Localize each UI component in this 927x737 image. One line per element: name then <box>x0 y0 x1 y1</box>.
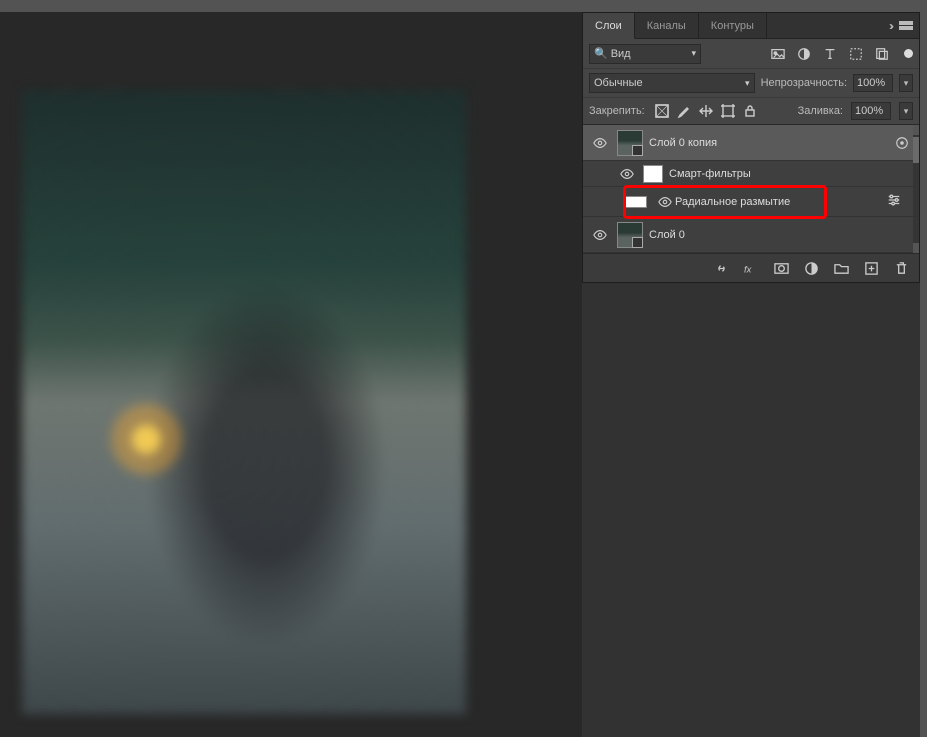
lock-label: Закрепить: <box>589 105 645 117</box>
lock-fill-row: Закрепить: Заливка: ▾ <box>583 98 919 125</box>
right-dock-strip <box>920 0 927 737</box>
visibility-toggle[interactable] <box>655 195 675 209</box>
fill-dropdown[interactable]: ▾ <box>899 102 913 120</box>
filter-shape-icon[interactable] <box>848 46 864 62</box>
visibility-toggle[interactable] <box>617 167 637 181</box>
canvas-area <box>0 0 582 737</box>
layers-panel: Слои Каналы Контуры ›› 🔍 Вид ▾ Обычные ▾… <box>582 12 920 283</box>
layer-list: Слой 0 копия Смарт-фильтры Радиальное ра… <box>583 125 919 254</box>
lock-brush-icon[interactable] <box>677 104 691 118</box>
lock-position-icon[interactable] <box>699 104 713 118</box>
layer-name: Слой 0 копия <box>649 137 717 149</box>
chevron-down-icon: ▾ <box>739 78 750 89</box>
visibility-toggle[interactable] <box>589 136 611 150</box>
layer-row-layer0[interactable]: Слой 0 <box>583 217 919 253</box>
search-icon: 🔍 <box>594 47 608 60</box>
layer-filter-row: 🔍 Вид ▾ <box>583 39 919 69</box>
blend-mode-select[interactable]: Обычные ▾ <box>589 73 755 93</box>
link-layers-icon[interactable] <box>713 260 729 276</box>
opacity-input[interactable] <box>853 74 893 92</box>
opacity-label: Непрозрачность: <box>761 77 847 89</box>
smart-filters-row[interactable]: Смарт-фильтры <box>583 161 919 187</box>
group-icon[interactable] <box>833 260 849 276</box>
layer-thumbnail[interactable] <box>617 222 643 248</box>
filter-name: Радиальное размытие <box>675 196 790 208</box>
filter-toggle[interactable] <box>904 49 913 58</box>
fill-input[interactable] <box>851 102 891 120</box>
filter-mask-thumbnail[interactable] <box>643 165 663 183</box>
tab-channels[interactable]: Каналы <box>635 13 699 39</box>
delete-layer-icon[interactable] <box>893 260 909 276</box>
opacity-dropdown[interactable]: ▾ <box>899 74 913 92</box>
panel-tab-bar: Слои Каналы Контуры ›› <box>583 13 919 39</box>
layer-thumbnail[interactable] <box>617 130 643 156</box>
panel-menu-icon[interactable] <box>899 21 913 31</box>
blend-mode-value: Обычные <box>594 77 643 89</box>
document-image[interactable] <box>22 90 466 714</box>
filter-effect-mask[interactable] <box>625 196 647 208</box>
layer-row-layer0copy[interactable]: Слой 0 копия <box>583 125 919 161</box>
blend-opacity-row: Обычные ▾ Непрозрачность: ▾ <box>583 69 919 98</box>
smart-filters-label: Смарт-фильтры <box>669 168 751 180</box>
smart-filter-indicator-icon <box>895 136 909 150</box>
add-mask-icon[interactable] <box>773 260 789 276</box>
filter-smart-icon[interactable] <box>874 46 890 62</box>
filter-pixel-icon[interactable] <box>770 46 786 62</box>
layer-panel-footer: fx <box>583 254 919 282</box>
adjustment-layer-icon[interactable] <box>803 260 819 276</box>
tab-layers[interactable]: Слои <box>583 13 635 39</box>
scroll-up-button[interactable] <box>913 125 919 135</box>
fill-label: Заливка: <box>798 105 843 117</box>
layer-filter-type-label: Вид <box>611 48 631 60</box>
layer-name: Слой 0 <box>649 229 685 241</box>
filter-adjust-icon[interactable] <box>796 46 812 62</box>
filter-type-icon[interactable] <box>822 46 838 62</box>
lock-pixels-icon[interactable] <box>655 104 669 118</box>
tab-paths[interactable]: Контуры <box>699 13 767 39</box>
new-layer-icon[interactable] <box>863 260 879 276</box>
scrollbar-thumb[interactable] <box>913 137 919 163</box>
filter-blend-options-icon[interactable] <box>887 193 901 210</box>
fx-icon[interactable]: fx <box>743 260 759 276</box>
lock-artboard-icon[interactable] <box>721 104 735 118</box>
svg-text:fx: fx <box>744 264 752 274</box>
chevron-down-icon: ▾ <box>691 48 696 59</box>
lock-all-icon[interactable] <box>743 104 757 118</box>
scroll-down-button[interactable] <box>913 243 919 253</box>
visibility-toggle[interactable] <box>589 228 611 242</box>
collapse-panel-icon[interactable]: ›› <box>889 19 891 33</box>
filter-row-radial-blur[interactable]: Радиальное размытие <box>583 187 919 217</box>
layer-filter-type[interactable]: 🔍 Вид ▾ <box>589 44 701 64</box>
